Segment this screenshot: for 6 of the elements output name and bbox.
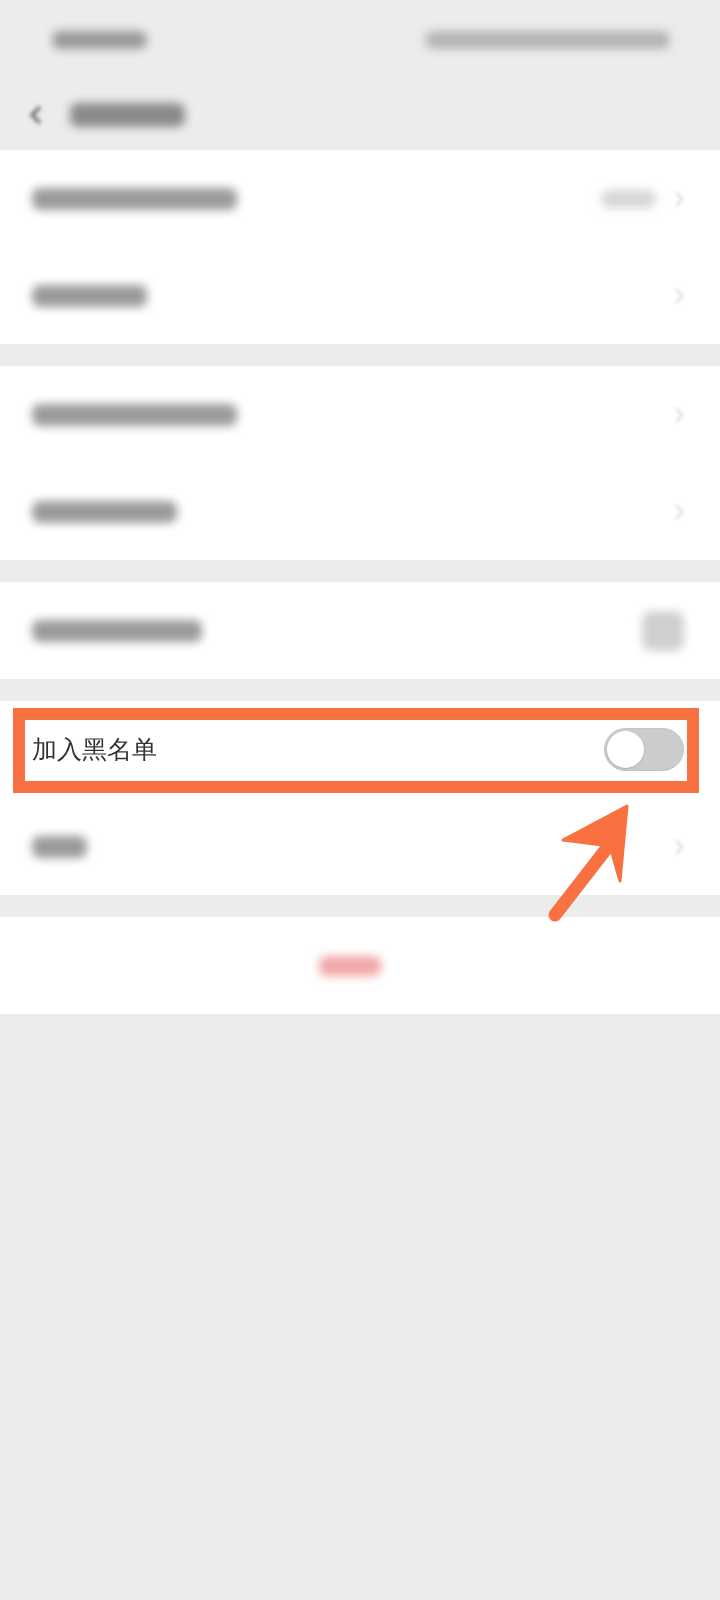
blurred-action-text[interactable] bbox=[319, 955, 381, 976]
blurred-toggle-switch[interactable] bbox=[642, 610, 684, 651]
toggle-switch[interactable] bbox=[604, 728, 684, 771]
setting-label: 加入黑名单 bbox=[32, 734, 157, 766]
back-icon[interactable] bbox=[30, 105, 42, 125]
blurred-text bbox=[32, 835, 87, 858]
